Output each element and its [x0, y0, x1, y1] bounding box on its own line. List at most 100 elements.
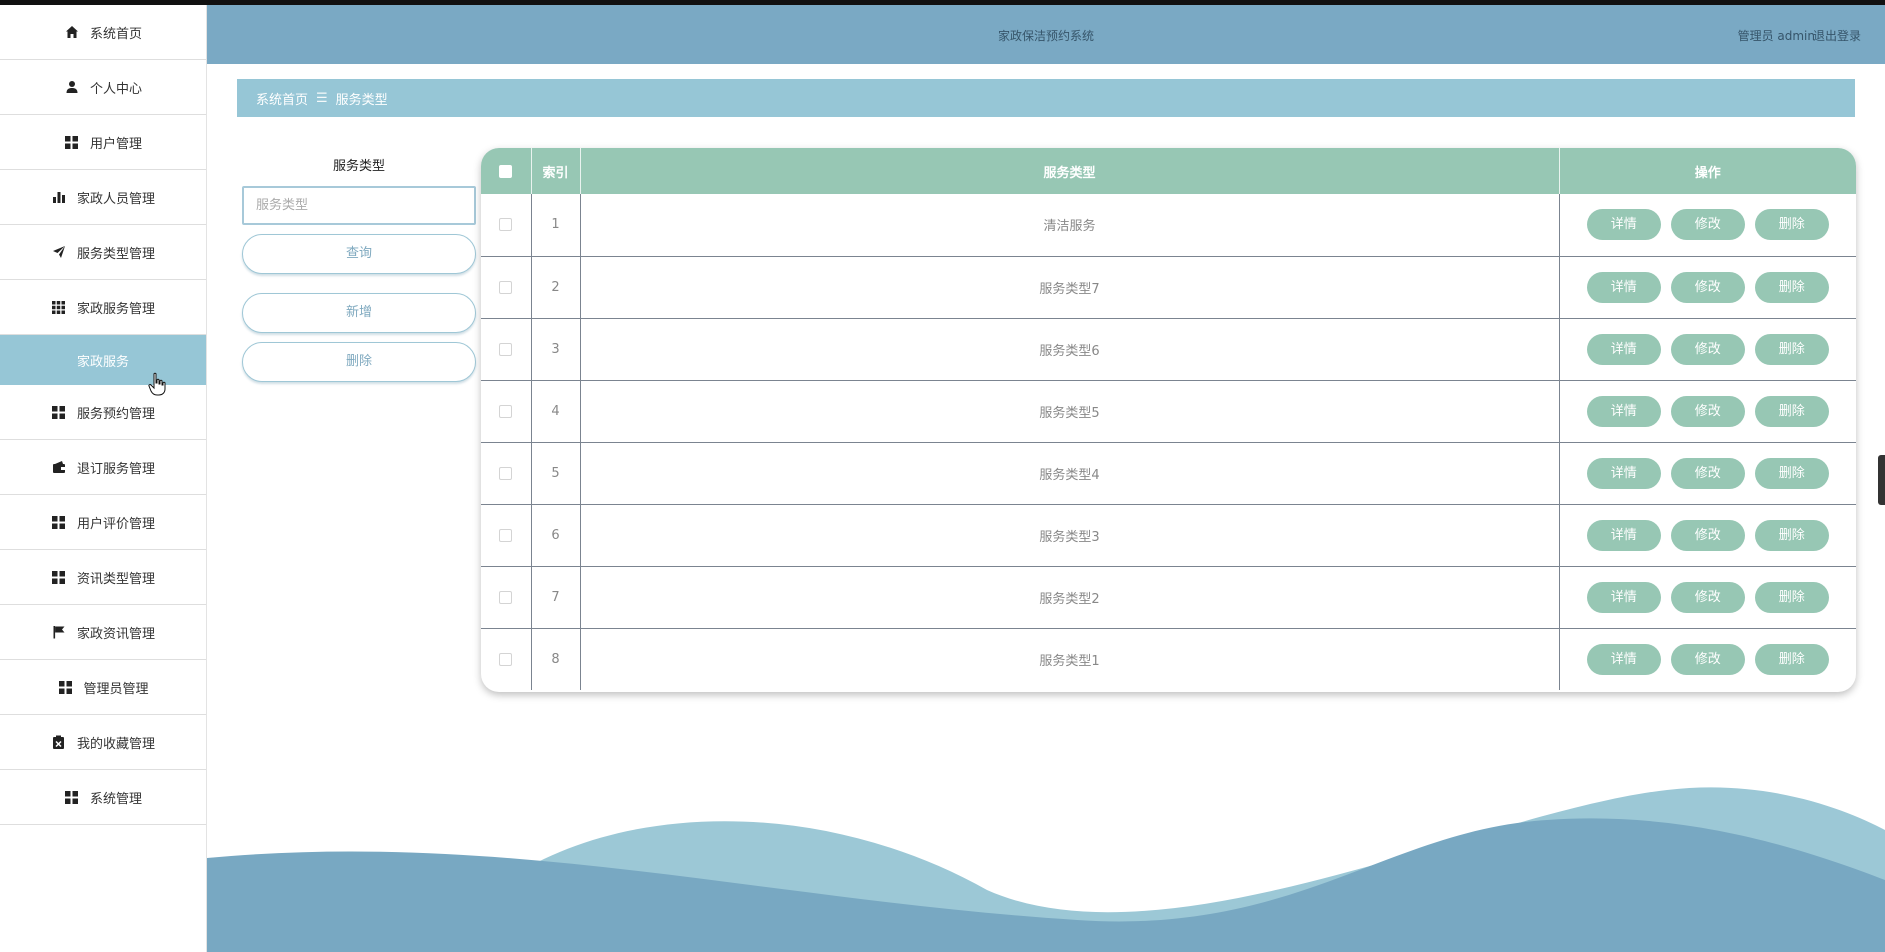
table-header-row: 索引 服务类型 操作: [481, 148, 1856, 194]
sidebar-item-services[interactable]: 家政服务管理: [0, 280, 206, 335]
detail-button[interactable]: 详情: [1586, 333, 1661, 365]
sidebar-item-label: 服务类型管理: [76, 246, 155, 262]
sidebar-item-admins[interactable]: 管理员管理: [0, 660, 206, 715]
table-row: 1 清洁服务 详情 修改 删除: [481, 194, 1856, 256]
detail-button[interactable]: 详情: [1586, 209, 1661, 241]
delete-button[interactable]: 删除: [1754, 581, 1829, 613]
edit-button[interactable]: 修改: [1670, 457, 1745, 489]
home-icon: [64, 24, 80, 40]
grid-icon: [51, 569, 67, 585]
flag-icon: [51, 624, 67, 640]
service-type-search-input[interactable]: [242, 186, 476, 225]
bar-chart-icon: [51, 189, 67, 205]
edit-button[interactable]: 修改: [1670, 271, 1745, 303]
select-all-checkbox[interactable]: [499, 164, 513, 178]
sidebar-subitem-household-service[interactable]: 家政服务: [0, 335, 206, 385]
sidebar-item-staff[interactable]: 家政人员管理: [0, 170, 206, 225]
sidebar-item-cancellations[interactable]: 退订服务管理: [0, 440, 206, 495]
edit-button[interactable]: 修改: [1670, 581, 1745, 613]
sidebar-item-news-types[interactable]: 资讯类型管理: [0, 550, 206, 605]
delete-button[interactable]: 删除: [1754, 519, 1829, 551]
grid9-icon: [51, 299, 67, 315]
delete-button[interactable]: 删除: [1754, 209, 1829, 241]
row-checkbox[interactable]: [499, 218, 513, 232]
logout-link[interactable]: 退出登录: [1813, 27, 1861, 44]
sidebar-item-favorites[interactable]: 我的收藏管理: [0, 715, 206, 770]
sidebar-item-label: 家政服务管理: [76, 301, 155, 317]
wallet-icon: [51, 459, 67, 475]
sidebar-item-reviews[interactable]: 用户评价管理: [0, 495, 206, 550]
clipboard-icon: [51, 734, 67, 750]
service-type-table: 索引 服务类型 操作 1 清洁服务 详情 修改 删除 2 服务类型7 详情 修改 删除 …: [481, 148, 1856, 692]
edit-button[interactable]: 修改: [1670, 333, 1745, 365]
search-label: 服务类型: [332, 159, 385, 174]
delete-button[interactable]: 删除: [1754, 271, 1829, 303]
sidebar-item-service-types[interactable]: 服务类型管理: [0, 225, 206, 280]
edit-button[interactable]: 修改: [1670, 395, 1745, 427]
table-row: 5 服务类型4 详情 修改 删除: [481, 442, 1856, 504]
user-icon: [64, 79, 80, 95]
add-button[interactable]: 新增: [242, 293, 476, 333]
sidebar-item-label: 管理员管理: [83, 681, 149, 697]
row-index: 2: [531, 256, 581, 318]
breadcrumb: 系统首页 ☰ 服务类型: [237, 79, 1855, 117]
sidebar-subitem-label: 家政服务: [76, 354, 129, 370]
row-index: 5: [531, 442, 581, 504]
row-checkbox[interactable]: [499, 404, 513, 418]
detail-button[interactable]: 详情: [1586, 581, 1661, 613]
sidebar-item-label: 退订服务管理: [76, 461, 155, 477]
sidebar-item-label: 资讯类型管理: [76, 571, 155, 587]
current-user: 管理员 admin: [1737, 29, 1815, 43]
sidebar-item-news[interactable]: 家政资讯管理: [0, 605, 206, 660]
sidebar-item-label: 个人中心: [89, 81, 142, 97]
row-checkbox[interactable]: [499, 280, 513, 294]
breadcrumb-home[interactable]: 系统首页: [256, 89, 308, 108]
sidebar-item-label: 用户管理: [89, 136, 142, 152]
row-service-type: 服务类型5: [580, 380, 1560, 442]
row-index: 8: [531, 628, 581, 690]
side-scroll-handle[interactable]: [1878, 455, 1885, 505]
select-all-cell: [481, 148, 532, 194]
sidebar-item-label: 系统首页: [89, 26, 142, 42]
query-button[interactable]: 查询: [242, 234, 476, 274]
delete-button[interactable]: 删除: [1754, 333, 1829, 365]
detail-button[interactable]: 详情: [1586, 395, 1661, 427]
row-checkbox[interactable]: [499, 466, 513, 480]
row-service-type: 服务类型2: [580, 566, 1560, 628]
batch-delete-button[interactable]: 删除: [242, 342, 476, 382]
sidebar-item-bookings[interactable]: 服务预约管理: [0, 385, 206, 440]
row-service-type: 服务类型7: [580, 256, 1560, 318]
edit-button[interactable]: 修改: [1670, 209, 1745, 241]
row-checkbox[interactable]: [499, 528, 513, 542]
delete-button[interactable]: 删除: [1754, 643, 1829, 675]
delete-button[interactable]: 删除: [1754, 457, 1829, 489]
row-index: 6: [531, 504, 581, 566]
table-row: 3 服务类型6 详情 修改 删除: [481, 318, 1856, 380]
row-checkbox[interactable]: [499, 590, 513, 604]
sidebar-item-users[interactable]: 用户管理: [0, 115, 206, 170]
row-checkbox[interactable]: [499, 652, 513, 666]
row-checkbox[interactable]: [499, 342, 513, 356]
row-index: 7: [531, 566, 581, 628]
sidebar-item-profile[interactable]: 个人中心: [0, 60, 206, 115]
row-service-type: 服务类型3: [580, 504, 1560, 566]
row-service-type: 服务类型6: [580, 318, 1560, 380]
sidebar-item-system[interactable]: 系统管理: [0, 770, 206, 825]
edit-button[interactable]: 修改: [1670, 519, 1745, 551]
detail-button[interactable]: 详情: [1586, 519, 1661, 551]
send-icon: [51, 244, 67, 260]
sidebar-item-home[interactable]: 系统首页: [0, 5, 206, 60]
grid-icon: [51, 404, 67, 420]
sidebar-item-label: 用户评价管理: [76, 516, 155, 532]
decorative-waves: [207, 787, 1885, 952]
detail-button[interactable]: 详情: [1586, 457, 1661, 489]
table-row: 7 服务类型2 详情 修改 删除: [481, 566, 1856, 628]
app-title: 家政保洁预约系统: [997, 29, 1094, 43]
edit-button[interactable]: 修改: [1670, 643, 1745, 675]
detail-button[interactable]: 详情: [1586, 643, 1661, 675]
hand-cursor-icon: [148, 372, 166, 396]
row-service-type: 清洁服务: [580, 194, 1560, 256]
delete-button[interactable]: 删除: [1754, 395, 1829, 427]
detail-button[interactable]: 详情: [1586, 271, 1661, 303]
breadcrumb-separator-icon: ☰: [316, 90, 328, 106]
